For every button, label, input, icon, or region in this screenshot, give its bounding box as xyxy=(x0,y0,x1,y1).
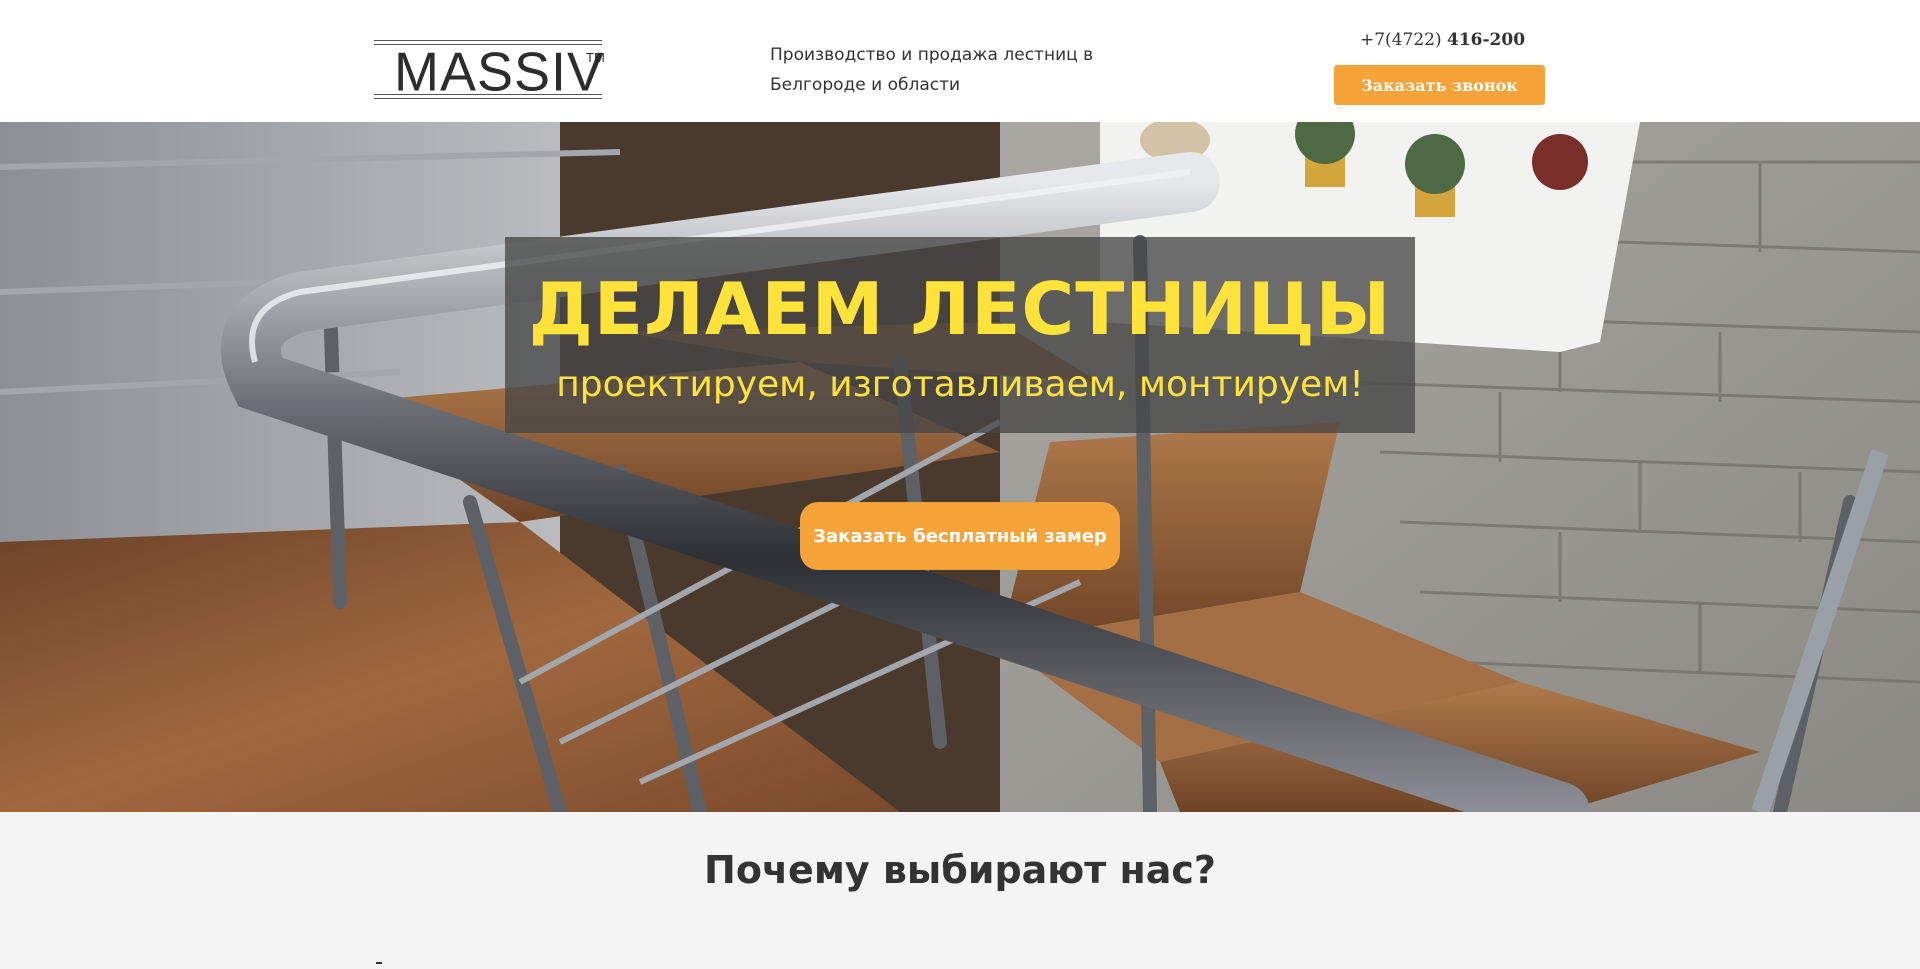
hero-banner: ДЕЛАЕМ ЛЕСТНИЦЫ проектируем, изготавлива… xyxy=(0,122,1920,812)
callback-button[interactable]: Заказать звонок xyxy=(1334,65,1545,105)
hero-overlay: ДЕЛАЕМ ЛЕСТНИЦЫ проектируем, изготавлива… xyxy=(505,237,1415,433)
hero-title: ДЕЛАЕМ ЛЕСТНИЦЫ xyxy=(528,267,1392,351)
logo-rule-bottom xyxy=(374,94,602,95)
staircase-photo xyxy=(0,122,1920,812)
section-content-start xyxy=(376,962,382,964)
tagline-line-2: Белгороде и области xyxy=(770,75,961,95)
hero-subtitle: проектируем, изготавливаем, монтируем! xyxy=(556,364,1364,405)
logo-trademark: TM xyxy=(586,50,605,65)
free-measure-button[interactable]: Заказать бесплатный замер xyxy=(800,502,1120,570)
site-header: MASSIV TM Производство и продажа лестниц… xyxy=(0,0,1920,122)
phone-main: 416-200 xyxy=(1447,30,1526,50)
logo[interactable]: MASSIV TM xyxy=(374,38,606,102)
logo-text: MASSIV xyxy=(394,41,605,103)
phone-prefix: +7(4722) xyxy=(1360,30,1447,50)
logo-rule-bottom-2 xyxy=(374,98,602,99)
header-tagline: Производство и продажа лестниц в Белгоро… xyxy=(770,40,1130,100)
tagline-line-1: Производство и продажа лестниц в xyxy=(770,45,1094,65)
why-us-heading: Почему выбирают нас? xyxy=(704,848,1216,892)
phone-number[interactable]: +7(4722) 416-200 xyxy=(1360,30,1525,50)
